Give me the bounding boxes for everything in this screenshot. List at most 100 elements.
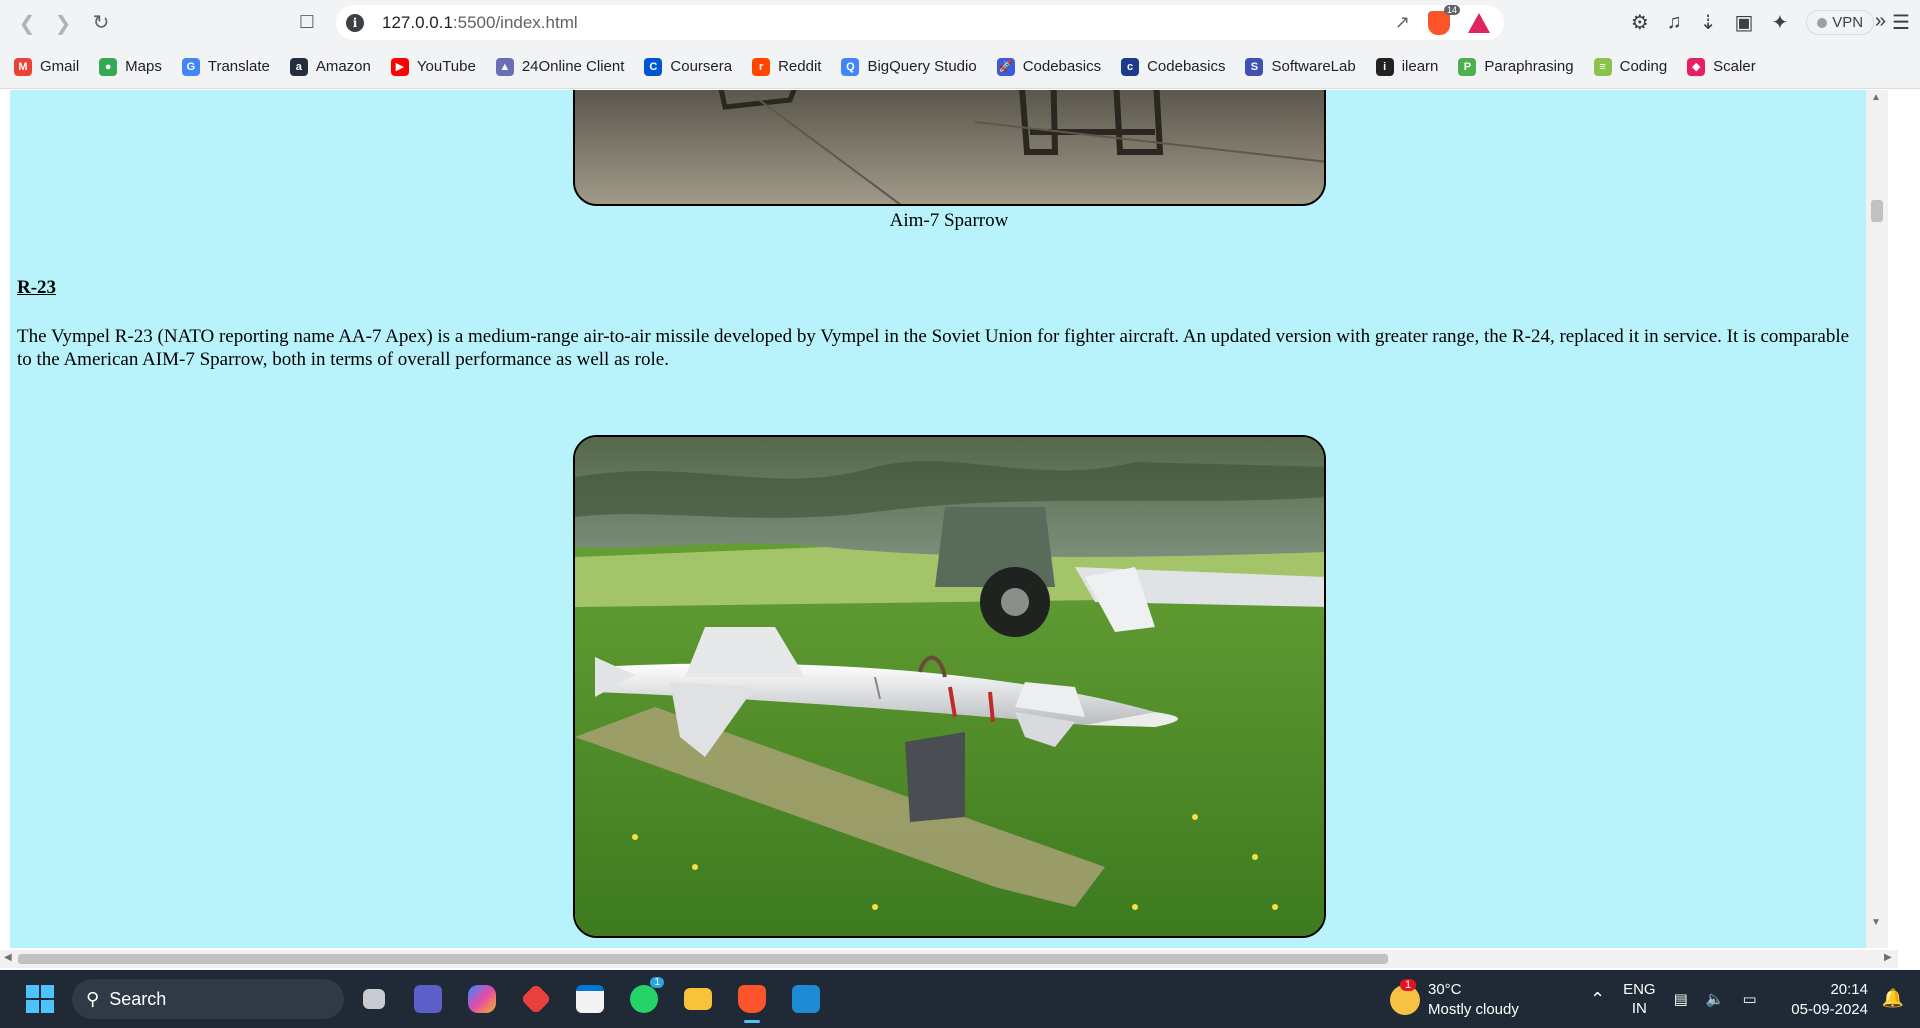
bookmark-label: Codebasics xyxy=(1147,58,1226,75)
shield-badge: 14 xyxy=(1443,4,1460,15)
download-icon[interactable]: ⇣ xyxy=(1700,10,1717,35)
scroll-down-icon[interactable]: ▼ xyxy=(1871,917,1881,928)
bookmark-item[interactable]: 🚀 Codebasics xyxy=(996,57,1102,76)
bookmark-item[interactable]: r Reddit xyxy=(752,57,822,76)
clock-date: 05-09-2024 xyxy=(1791,1001,1868,1018)
network-icon[interactable]: ▤ xyxy=(1674,990,1688,1008)
bookmark-item[interactable]: M Gmail xyxy=(14,57,80,76)
weather-temperature: 30°C xyxy=(1428,981,1462,998)
bookmark-favicon-icon: Q xyxy=(841,57,860,76)
bookmark-item[interactable]: ● Maps xyxy=(99,57,162,76)
notification-bell-icon[interactable]: 🔔 xyxy=(1882,988,1904,1009)
bookmark-favicon-icon: i xyxy=(1375,57,1394,76)
task-view-icon[interactable] xyxy=(354,979,394,1019)
page-content: Aim-7 Sparrow R-23 The Vympel R-23 (NATO… xyxy=(10,90,1888,948)
chevron-up-icon[interactable]: ⌃ xyxy=(1590,989,1605,1010)
bookmark-item[interactable]: G Translate xyxy=(181,57,270,76)
weather-icon: 1 xyxy=(1390,979,1420,1015)
bookmark-label: 24Online Client xyxy=(521,58,625,75)
bookmark-item[interactable]: ≡ Coding xyxy=(1593,57,1667,76)
bookmark-favicon-icon: P xyxy=(1458,57,1477,76)
scroll-right-icon[interactable]: ▶ xyxy=(1884,952,1892,963)
bookmark-item[interactable]: i ilearn xyxy=(1375,57,1439,76)
battery-icon[interactable]: ▭ xyxy=(1742,990,1756,1008)
bookmark-label: SoftwareLab xyxy=(1271,58,1356,75)
bookmark-label: Translate xyxy=(207,58,270,75)
microsoft-store-icon[interactable] xyxy=(570,979,610,1019)
bookmark-item[interactable]: Q BigQuery Studio xyxy=(841,57,977,76)
bookmark-item[interactable]: c Codebasics xyxy=(1121,57,1226,76)
back-icon[interactable]: ❮ xyxy=(12,8,42,38)
site-info-icon[interactable]: i xyxy=(346,13,364,32)
bookmark-item[interactable]: ▲ 24Online Client xyxy=(495,57,625,76)
brave-browser-icon[interactable] xyxy=(732,979,772,1023)
scroll-up-icon[interactable]: ▲ xyxy=(1871,92,1881,103)
bookmark-favicon-icon: r xyxy=(752,57,771,76)
teams-icon[interactable] xyxy=(408,979,448,1019)
bookmark-item[interactable]: a Amazon xyxy=(289,57,371,76)
bookmark-favicon-icon: M xyxy=(14,57,32,76)
bookmark-label: Reddit xyxy=(778,58,822,75)
bookmark-label: YouTube xyxy=(416,58,476,75)
url-text[interactable]: 127.0.0.1:5500/index.html xyxy=(382,13,578,33)
bookmark-item[interactable]: C Coursera xyxy=(644,57,732,76)
leo-ai-icon[interactable]: ✦ xyxy=(1771,10,1788,35)
weather-badge: 1 xyxy=(1400,979,1417,991)
brave-rewards-icon[interactable] xyxy=(1468,12,1490,33)
clock-time: 20:14 xyxy=(1830,981,1868,998)
bookmark-favicon-icon: ▶ xyxy=(390,57,409,76)
vertical-scroll-thumb[interactable] xyxy=(1871,200,1883,222)
system-clock[interactable]: 20:14 05-09-2024 xyxy=(1791,980,1868,1020)
url-host: 127.0.0.1 xyxy=(382,12,453,32)
weather-widget[interactable]: 1 30°C Mostly cloudy xyxy=(1390,979,1519,1020)
extensions-icon[interactable]: ⚙ xyxy=(1631,10,1649,35)
horizontal-scroll-thumb[interactable] xyxy=(18,954,1388,964)
scroll-left-icon[interactable]: ◀ xyxy=(4,952,12,963)
red-app-icon[interactable] xyxy=(516,979,556,1019)
vpn-button[interactable]: VPN xyxy=(1806,10,1875,35)
bookmark-label: Codebasics xyxy=(1022,58,1102,75)
horizontal-scrollbar-track[interactable]: ◀ ▶ xyxy=(0,950,1898,968)
vscode-icon[interactable] xyxy=(786,979,826,1019)
bookmark-favicon-icon: ≡ xyxy=(1593,57,1612,76)
bookmark-item[interactable]: ▶ YouTube xyxy=(390,57,476,76)
bookmark-label: Paraphrasing xyxy=(1484,58,1574,75)
file-explorer-icon[interactable] xyxy=(678,979,718,1019)
bookmark-favicon-icon: a xyxy=(289,57,308,76)
bookmarks-overflow-icon[interactable]: » xyxy=(1875,10,1886,33)
bookmark-label: Gmail xyxy=(40,58,80,75)
weather-description: Mostly cloudy xyxy=(1428,1001,1519,1018)
menu-icon[interactable]: ☰ xyxy=(1892,10,1910,35)
copilot-icon[interactable] xyxy=(462,979,502,1019)
windows-start-icon[interactable] xyxy=(26,985,54,1013)
windows-taskbar: ⚲ Search 1 1 30°C Mostly cloudy ⌃ ENG IN… xyxy=(0,970,1920,1028)
forward-icon[interactable]: ❯ xyxy=(48,8,78,38)
search-icon: ⚲ xyxy=(86,988,100,1009)
url-path: :5500/index.html xyxy=(452,12,578,32)
address-bar[interactable]: i 127.0.0.1:5500/index.html ↗ 14 xyxy=(336,4,1504,40)
vpn-status-icon xyxy=(1817,17,1828,28)
bookmark-label: ilearn xyxy=(1401,58,1439,75)
vertical-scrollbar[interactable]: ▲ ▼ xyxy=(1866,90,1888,948)
whatsapp-icon[interactable]: 1 xyxy=(624,977,664,1019)
bookmark-favicon-icon: ▲ xyxy=(495,57,514,76)
section-heading: R-23 xyxy=(17,277,57,298)
bookmark-icon[interactable]: ☐ xyxy=(292,7,322,37)
bookmark-item[interactable]: P Paraphrasing xyxy=(1458,57,1574,76)
bookmark-item[interactable]: ◆ Scaler xyxy=(1687,57,1756,76)
whatsapp-badge: 1 xyxy=(650,977,664,988)
share-icon[interactable]: ↗ xyxy=(1395,12,1410,33)
taskbar-search[interactable]: ⚲ Search xyxy=(72,979,344,1019)
media-icon[interactable]: ♫ xyxy=(1667,11,1682,34)
bookmark-item[interactable]: S SoftwareLab xyxy=(1245,57,1356,76)
reload-icon[interactable]: ↻ xyxy=(86,7,116,37)
language-indicator[interactable]: ENG IN xyxy=(1623,980,1656,1018)
aim7-sparrow-image xyxy=(573,90,1326,206)
bookmark-label: Amazon xyxy=(315,58,371,75)
wallet-icon[interactable]: ▣ xyxy=(1735,10,1754,35)
bookmark-favicon-icon: c xyxy=(1121,57,1140,76)
volume-icon[interactable]: 🔈 xyxy=(1706,990,1725,1008)
browser-toolbar: ❮ ❯ ↻ ☐ i 127.0.0.1:5500/index.html ↗ 14… xyxy=(0,0,1920,45)
bookmark-label: BigQuery Studio xyxy=(867,58,977,75)
brave-shield-icon[interactable]: 14 xyxy=(1428,4,1460,35)
